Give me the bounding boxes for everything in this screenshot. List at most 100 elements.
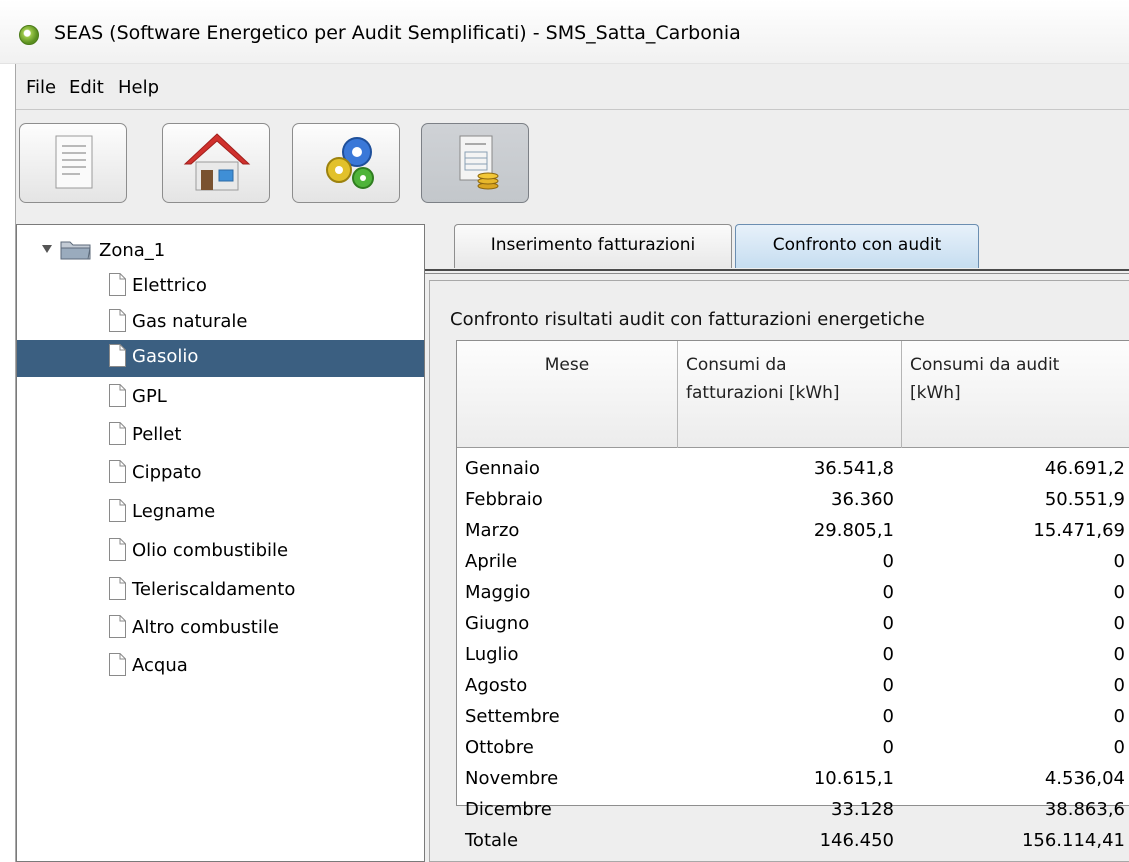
building-button[interactable] (162, 123, 270, 203)
file-icon (109, 344, 126, 367)
cell-month: Maggio (465, 582, 531, 603)
file-icon (109, 499, 126, 522)
file-icon (109, 309, 126, 332)
cell-billed: 36.360 (831, 489, 894, 510)
table-row[interactable]: Agosto 0 0 (457, 671, 1129, 702)
cell-audit: 0 (1113, 675, 1125, 696)
tree-item-label: Gasolio (132, 346, 199, 367)
file-icon (109, 653, 126, 676)
table-row[interactable]: Novembre 10.615,1 4.536,04 (457, 764, 1129, 795)
tree-item-label: Acqua (132, 655, 188, 676)
billing-button[interactable] (421, 123, 529, 203)
cell-month: Marzo (465, 520, 520, 541)
tree-item-altro-combustile[interactable]: Altro combustile (17, 611, 424, 648)
tree-item-acqua[interactable]: Acqua (17, 649, 424, 686)
cell-audit: 15.471,69 (1033, 520, 1125, 541)
cell-month: Agosto (465, 675, 528, 696)
table-row[interactable]: Totale 146.450 156.114,41 (457, 826, 1129, 857)
column-header-audit[interactable]: Consumi da audit [kWh] (902, 341, 1129, 448)
table-header: Mese Consumi da fatturazioni [kWh] Consu… (457, 341, 1129, 448)
cell-audit: 0 (1113, 644, 1125, 665)
tree-item-cippato[interactable]: Cippato (17, 456, 424, 493)
file-icon (109, 384, 126, 407)
menu-bar: File Edit Help (16, 64, 1129, 110)
cell-month: Totale (465, 830, 519, 851)
document-icon (55, 135, 93, 189)
cell-audit: 38.863,6 (1044, 799, 1125, 820)
table-row[interactable]: Settembre 0 0 (457, 702, 1129, 733)
cell-month: Gennaio (465, 458, 540, 479)
table-row[interactable]: Maggio 0 0 (457, 578, 1129, 609)
title-bar: SEAS (Software Energetico per Audit Semp… (0, 0, 1129, 64)
comparison-table: Mese Consumi da fatturazioni [kWh] Consu… (456, 340, 1129, 851)
tree-item-legname[interactable]: Legname (17, 495, 424, 532)
column-header-billed[interactable]: Consumi da fatturazioni [kWh] (678, 341, 902, 448)
tree-item-label: Legname (132, 501, 216, 522)
window-title: SEAS (Software Energetico per Audit Semp… (54, 22, 741, 44)
tree-root-zona[interactable]: Zona_1 (17, 231, 424, 267)
file-icon (109, 273, 126, 296)
tree-item-gasolio[interactable]: Gasolio (17, 340, 424, 377)
tree-item-teleriscaldamento[interactable]: Teleriscaldamento (17, 573, 424, 610)
new-document-button[interactable] (19, 123, 127, 203)
cell-billed: 0 (882, 644, 894, 665)
expand-triangle-icon[interactable] (41, 243, 53, 255)
cell-billed: 0 (882, 706, 894, 727)
table-row[interactable]: Aprile 0 0 (457, 547, 1129, 578)
tab-confronto-con-audit[interactable]: Confronto con audit (735, 224, 979, 268)
cell-audit: 0 (1113, 582, 1125, 603)
tree-item-olio-combustibile[interactable]: Olio combustibile (17, 534, 424, 571)
cell-month: Settembre (465, 706, 560, 727)
cell-month: Dicembre (465, 799, 552, 820)
gears-icon (326, 137, 374, 189)
file-icon (109, 422, 126, 445)
cell-billed: 10.615,1 (813, 768, 894, 789)
cell-audit: 156.114,41 (1021, 830, 1125, 851)
fuel-tree: Zona_1 Elettrico Gas naturale Gasolio GP… (16, 224, 425, 862)
tree-item-gas-naturale[interactable]: Gas naturale (17, 305, 424, 342)
menu-file[interactable]: File (26, 77, 56, 98)
table-row[interactable]: Febbraio 36.360 50.551,9 (457, 485, 1129, 516)
cell-audit: 0 (1113, 613, 1125, 634)
table-row[interactable]: Dicembre 33.128 38.863,6 (457, 795, 1129, 826)
cell-audit: 50.551,9 (1044, 489, 1125, 510)
cell-billed: 29.805,1 (813, 520, 894, 541)
tree-item-label: Teleriscaldamento (132, 579, 296, 600)
cell-billed: 0 (882, 737, 894, 758)
tree-item-gpl[interactable]: GPL (17, 380, 424, 417)
tree-item-elettrico[interactable]: Elettrico (17, 269, 424, 306)
table-row[interactable]: Gennaio 36.541,8 46.691,2 (457, 454, 1129, 485)
menu-edit[interactable]: Edit (69, 77, 104, 98)
column-header-label: [kWh] (910, 383, 961, 403)
tree-item-label: GPL (132, 386, 167, 407)
cell-billed: 0 (882, 613, 894, 634)
table-row[interactable]: Giugno 0 0 (457, 609, 1129, 640)
tab-area: Inserimento fatturazioni Confronto con a… (425, 224, 1129, 862)
column-header-mese[interactable]: Mese (457, 341, 678, 448)
tree-item-pellet[interactable]: Pellet (17, 418, 424, 455)
cell-audit: 0 (1113, 737, 1125, 758)
table-row[interactable]: Marzo 29.805,1 15.471,69 (457, 516, 1129, 547)
cell-audit: 0 (1113, 551, 1125, 572)
cell-audit: 46.691,2 (1044, 458, 1125, 479)
cell-billed: 146.450 (819, 830, 894, 851)
column-header-label: Consumi da audit (910, 355, 1060, 375)
file-icon (109, 577, 126, 600)
tree-item-label: Cippato (132, 462, 202, 483)
file-icon (109, 615, 126, 638)
tab-divider (425, 273, 1129, 274)
cell-month: Aprile (465, 551, 518, 572)
file-icon (109, 460, 126, 483)
menu-help[interactable]: Help (118, 77, 159, 98)
house-icon (183, 133, 251, 191)
table-row[interactable]: Ottobre 0 0 (457, 733, 1129, 764)
cell-month: Febbraio (465, 489, 543, 510)
settings-button[interactable] (292, 123, 400, 203)
column-header-label: Consumi da (686, 355, 787, 375)
invoice-coins-icon (459, 135, 499, 190)
table-row[interactable]: Luglio 0 0 (457, 640, 1129, 671)
file-icon (109, 538, 126, 561)
column-header-label: fatturazioni [kWh] (686, 383, 840, 403)
cell-audit: 0 (1113, 706, 1125, 727)
tab-inserimento-fatturazioni[interactable]: Inserimento fatturazioni (454, 224, 732, 268)
